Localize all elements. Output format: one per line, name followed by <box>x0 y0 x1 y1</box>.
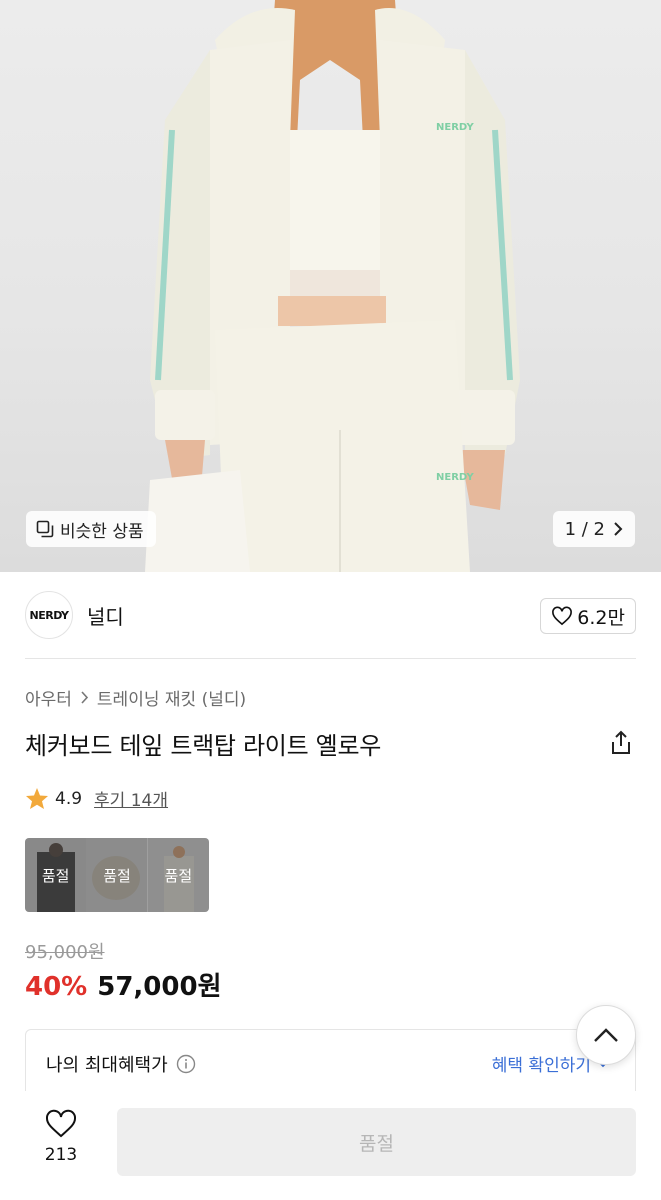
chevron-right-icon <box>614 522 623 536</box>
max-benefit-text: 나의 최대혜택가 <box>46 1055 168 1076</box>
review-link[interactable]: 후기 14개 <box>94 786 168 811</box>
share-icon[interactable] <box>608 730 634 756</box>
svg-text:NERDY: NERDY <box>436 122 474 133</box>
breadcrumb-item-outer[interactable]: 아우터 <box>25 685 72 710</box>
brand-like-button[interactable]: 6.2만 <box>540 598 636 634</box>
sale-price-row: 40% 57,000원 <box>25 966 222 1003</box>
product-image-carousel[interactable]: NERDY NERDY 비슷한 상품 1 / 2 <box>0 0 661 572</box>
option-thumb-light-yellow[interactable]: 품절 <box>147 838 209 912</box>
image-pager[interactable]: 1 / 2 <box>552 511 635 547</box>
bottom-action-bar: 213 품절 <box>0 1091 661 1200</box>
chevron-up-icon <box>594 1028 618 1042</box>
heart-icon <box>552 606 573 626</box>
buy-button[interactable]: 품절 <box>117 1108 636 1176</box>
product-title: 체커보드 테잎 트랙탑 라이트 옐로우 <box>25 732 382 760</box>
option-status: 품절 <box>41 866 70 885</box>
brand-name[interactable]: 널디 <box>87 601 124 630</box>
svg-text:NERDY: NERDY <box>436 472 474 483</box>
sale-price: 57,000원 <box>97 972 222 1002</box>
image-pager-count: 1 / 2 <box>564 518 605 540</box>
product-like-count: 213 <box>44 1145 78 1165</box>
heart-icon <box>45 1109 77 1138</box>
info-icon[interactable] <box>176 1054 196 1074</box>
option-status: 품절 <box>103 866 131 885</box>
max-benefit-label: 나의 최대혜택가 <box>46 1051 196 1077</box>
color-options: 품절 품절 품절 <box>25 838 209 912</box>
rating-score: 4.9 <box>55 788 83 809</box>
similar-items-icon <box>36 520 54 538</box>
similar-products-button[interactable]: 비슷한 상품 <box>26 511 156 547</box>
scroll-to-top-button[interactable] <box>576 1005 636 1065</box>
product-photo: NERDY NERDY <box>145 0 520 572</box>
option-status: 품절 <box>164 866 193 885</box>
star-icon <box>26 788 48 809</box>
chevron-right-icon <box>81 691 89 704</box>
product-like-button[interactable]: 213 <box>28 1109 94 1165</box>
rating: 4.9 후기 14개 <box>25 786 168 811</box>
option-thumb-black[interactable]: 품절 <box>25 838 87 912</box>
discount-rate: 40% <box>25 972 88 1002</box>
breadcrumb: 아우터 트레이닝 재킷 (널디) <box>25 685 246 710</box>
check-benefit-text: 혜택 확인하기 <box>491 1056 591 1076</box>
similar-products-label: 비슷한 상품 <box>60 521 144 542</box>
brand-logo[interactable]: NERDY <box>25 591 73 639</box>
original-price: 95,000원 <box>25 942 105 963</box>
brand-row: NERDY 널디 6.2만 <box>25 590 636 640</box>
breadcrumb-item-category[interactable]: 트레이닝 재킷 (널디) <box>97 685 246 710</box>
option-thumb-beige[interactable]: 품절 <box>86 838 148 912</box>
brand-logo-text: NERDY <box>29 608 70 622</box>
divider <box>25 658 636 659</box>
brand-like-count: 6.2만 <box>577 606 625 629</box>
